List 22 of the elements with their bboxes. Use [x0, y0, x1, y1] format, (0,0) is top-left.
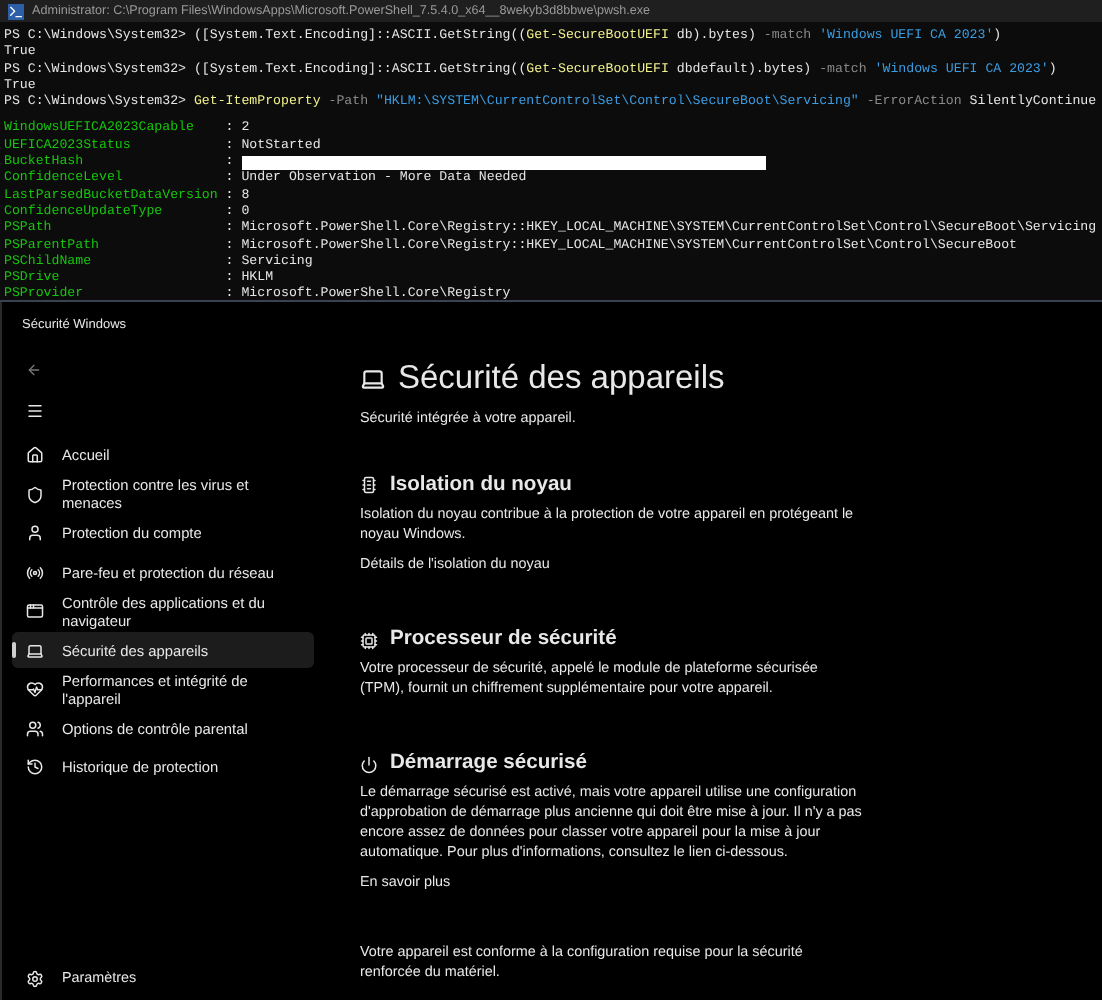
power-icon: [360, 755, 378, 774]
terminal-icon: [8, 3, 24, 19]
selection-indicator: [12, 642, 16, 659]
history-icon: [26, 758, 44, 777]
menu-icon[interactable]: [26, 401, 44, 420]
processor-icon: [360, 631, 378, 650]
laptop-icon: [360, 365, 386, 391]
window-icon: [26, 602, 44, 621]
person-icon: [26, 524, 44, 543]
section-heading: Isolation du noyau: [390, 473, 572, 498]
section-heading: Démarrage sécurisé: [390, 752, 587, 777]
section-heading: Processeur de sécurité: [390, 628, 617, 653]
family-icon: [26, 719, 44, 738]
page-title: Sécurité des appareils: [398, 358, 725, 398]
back-icon[interactable]: [26, 361, 42, 378]
chip-icon: [360, 476, 378, 495]
settings-icon: [26, 970, 44, 989]
shield-icon: [26, 485, 44, 504]
heart-icon: [26, 680, 44, 699]
laptop-icon: [26, 641, 44, 660]
antenna-icon: [26, 563, 44, 582]
home-icon: [26, 446, 44, 465]
